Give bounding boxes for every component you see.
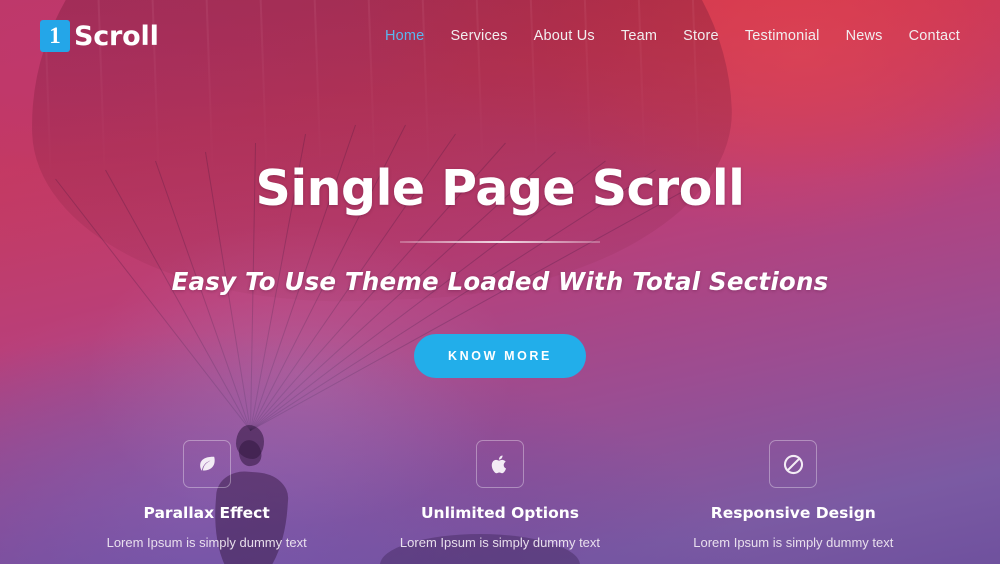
feature-card: Unlimited Options Lorem Ipsum is simply d…: [355, 440, 645, 550]
logo[interactable]: 1 Scroll: [40, 20, 159, 52]
hero-title: Single Page Scroll: [255, 160, 745, 217]
nav-link-home[interactable]: Home: [385, 28, 424, 44]
nav-link-team[interactable]: Team: [621, 28, 657, 44]
feature-title: Parallax Effect: [143, 504, 270, 522]
feature-description: Lorem Ipsum is simply dummy text: [693, 535, 894, 550]
feature-card: Parallax Effect Lorem Ipsum is simply dum…: [62, 440, 352, 550]
feature-title: Responsive Design: [710, 504, 876, 522]
nav-link-services[interactable]: Services: [450, 28, 507, 44]
cta-wrapper: KNOW MORE: [0, 334, 1000, 378]
feature-card: Responsive Design Lorem Ipsum is simply d…: [648, 440, 938, 550]
nav-link-store[interactable]: Store: [683, 28, 719, 44]
ban-icon: [769, 440, 818, 488]
nav-link-about-us[interactable]: About Us: [534, 28, 595, 44]
nav-link-testimonial[interactable]: Testimonial: [745, 28, 820, 44]
navbar: 1 Scroll Home Services About Us Team Store Te…: [0, 0, 1000, 72]
hero-subtitle: Easy To Use Theme Loaded With Total Sect…: [171, 267, 829, 296]
nav-menu: Home Services About Us Team Store Testimonial…: [385, 28, 960, 44]
feature-description: Lorem Ipsum is simply dummy text: [399, 535, 601, 550]
nav-link-news[interactable]: News: [846, 28, 883, 44]
feature-list: Parallax Effect Lorem Ipsum is simply dum…: [0, 440, 1000, 550]
feature-title: Unlimited Options: [420, 504, 579, 522]
feature-description: Lorem Ipsum is simply dummy text: [106, 535, 307, 550]
logo-badge: 1: [40, 20, 70, 52]
apple-icon: [475, 440, 524, 488]
hero-content: Single Page Scroll Easy To Use Theme Loa…: [0, 160, 1000, 378]
nav-link-contact[interactable]: Contact: [909, 28, 960, 44]
know-more-button[interactable]: KNOW MORE: [414, 334, 586, 378]
logo-text: Scroll: [74, 20, 159, 52]
hero-section: 1 Scroll Home Services About Us Team Store Te…: [0, 0, 1000, 564]
hero-divider: [400, 241, 600, 243]
leaf-icon: [182, 440, 231, 488]
